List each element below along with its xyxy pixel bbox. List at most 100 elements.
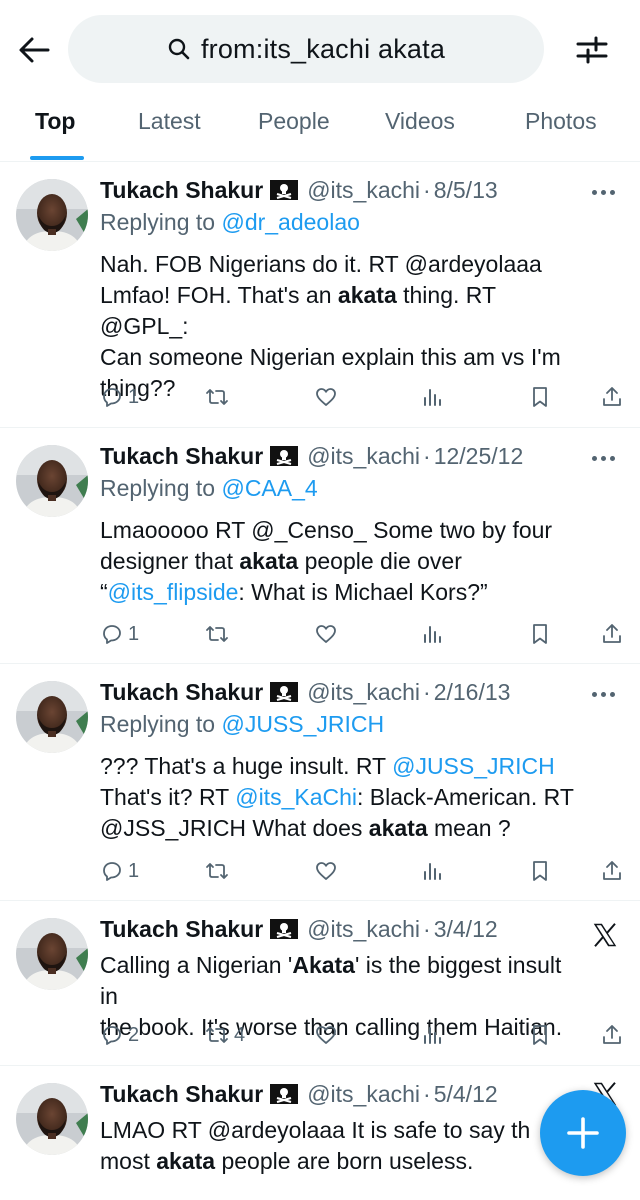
like-button[interactable] bbox=[314, 619, 338, 649]
plus-icon bbox=[567, 1117, 599, 1149]
author-handle[interactable]: @its_kachi bbox=[307, 679, 420, 705]
bookmark-button[interactable] bbox=[528, 1020, 552, 1050]
share-button[interactable] bbox=[600, 382, 624, 412]
tweet-header: Tukach Shakur @its_kachi · 3/4/12 bbox=[100, 916, 620, 946]
reply-to-link[interactable]: @JUSS_JRICH bbox=[221, 711, 384, 737]
tweet-date[interactable]: 8/5/13 bbox=[434, 177, 498, 203]
search-input[interactable]: from:its_kachi akata bbox=[68, 15, 544, 83]
views-button[interactable] bbox=[420, 1020, 444, 1050]
retweet-button[interactable] bbox=[204, 619, 234, 649]
author-handle[interactable]: @its_kachi bbox=[307, 177, 420, 203]
tweet-date[interactable]: 5/4/12 bbox=[434, 1081, 498, 1107]
tab-latest[interactable]: Latest bbox=[138, 108, 201, 135]
share-button[interactable] bbox=[600, 619, 624, 649]
like-button[interactable] bbox=[314, 382, 338, 412]
pirate-flag-icon bbox=[269, 681, 299, 703]
avatar[interactable] bbox=[16, 681, 88, 753]
active-tab-indicator bbox=[30, 156, 84, 160]
avatar[interactable] bbox=[16, 918, 88, 990]
more-icon[interactable] bbox=[592, 187, 622, 197]
author-name[interactable]: Tukach Shakur bbox=[100, 177, 263, 203]
more-icon[interactable] bbox=[592, 689, 622, 699]
tweet[interactable]: Tukach Shakur @its_kachi · 12/25/12 Replyin… bbox=[0, 429, 640, 664]
text-span: mean ? bbox=[427, 815, 511, 841]
share-button[interactable] bbox=[600, 1020, 624, 1050]
back-button[interactable] bbox=[14, 30, 54, 70]
avatar[interactable] bbox=[16, 1083, 88, 1155]
replying-to: Replying to @CAA_4 bbox=[100, 475, 318, 502]
heart-icon bbox=[314, 622, 338, 646]
avatar[interactable] bbox=[16, 445, 88, 517]
bookmark-icon bbox=[528, 622, 552, 646]
tab-videos[interactable]: Videos bbox=[385, 108, 455, 135]
reply-button[interactable]: 1 bbox=[100, 619, 139, 649]
retweet-button[interactable] bbox=[204, 382, 234, 412]
highlighted-term: Akata bbox=[292, 952, 355, 978]
author-handle[interactable]: @its_kachi bbox=[307, 916, 420, 942]
author-handle[interactable]: @its_kachi bbox=[307, 1081, 420, 1107]
tweet-line: most akata people are born useless. bbox=[100, 1146, 560, 1177]
text-span: Lmfao! FOH. That's an bbox=[100, 282, 338, 308]
share-icon bbox=[600, 622, 624, 646]
views-button[interactable] bbox=[420, 382, 444, 412]
heart-icon bbox=[314, 1023, 338, 1047]
tweet-header: Tukach Shakur @its_kachi · 12/25/12 bbox=[100, 443, 620, 473]
tweet[interactable]: Tukach Shakur @its_kachi · 8/5/13 Replying … bbox=[0, 163, 640, 428]
replying-to: Replying to @dr_adeolao bbox=[100, 209, 360, 236]
author-name[interactable]: Tukach Shakur bbox=[100, 679, 263, 705]
author-name[interactable]: Tukach Shakur bbox=[100, 1081, 263, 1107]
tweet-line: “@its_flipside: What is Michael Kors?” bbox=[100, 577, 580, 608]
reply-to-link[interactable]: @CAA_4 bbox=[221, 475, 317, 501]
text-span: : What is Michael Kors?” bbox=[238, 579, 488, 605]
more-icon[interactable] bbox=[592, 453, 622, 463]
tweet-date[interactable]: 2/16/13 bbox=[434, 679, 511, 705]
separator-dot: · bbox=[423, 679, 431, 705]
author-name[interactable]: Tukach Shakur bbox=[100, 443, 263, 469]
reply-button[interactable]: 1 bbox=[100, 856, 139, 886]
tweet-header: Tukach Shakur @its_kachi · 2/16/13 bbox=[100, 679, 620, 709]
heart-icon bbox=[314, 859, 338, 883]
reply-icon bbox=[100, 622, 124, 646]
views-icon bbox=[420, 1023, 444, 1047]
bookmark-button[interactable] bbox=[528, 856, 552, 886]
author-name[interactable]: Tukach Shakur bbox=[100, 916, 263, 942]
views-button[interactable] bbox=[420, 619, 444, 649]
tweet-text: LMAO RT @ardeyolaaa It is safe to say th… bbox=[100, 1115, 560, 1177]
tweet[interactable]: Tukach Shakur @its_kachi · 3/4/12 Calling a… bbox=[0, 902, 640, 1066]
tab-people[interactable]: People bbox=[258, 108, 330, 135]
reply-to-link[interactable]: @dr_adeolao bbox=[221, 209, 359, 235]
retweet-button[interactable] bbox=[204, 856, 234, 886]
reply-button[interactable]: 2 bbox=[100, 1020, 139, 1050]
tweet[interactable]: Tukach Shakur @its_kachi · 2/16/13 Replying… bbox=[0, 665, 640, 901]
tab-top[interactable]: Top bbox=[35, 108, 75, 135]
views-icon bbox=[420, 385, 444, 409]
reply-button[interactable]: 1 bbox=[100, 382, 139, 412]
tweet-text: Nah. FOB Nigerians do it. RT @ardeyolaaa… bbox=[100, 249, 580, 404]
tweet-actions: 1 bbox=[100, 856, 628, 886]
bookmark-button[interactable] bbox=[528, 619, 552, 649]
avatar[interactable] bbox=[16, 179, 88, 251]
views-button[interactable] bbox=[420, 856, 444, 886]
like-button[interactable] bbox=[314, 1020, 338, 1050]
separator-dot: · bbox=[423, 1081, 431, 1107]
search-filter-button[interactable] bbox=[570, 28, 614, 72]
tweet-date[interactable]: 12/25/12 bbox=[434, 443, 524, 469]
mention-link[interactable]: @its_flipside bbox=[108, 579, 239, 605]
author-handle[interactable]: @its_kachi bbox=[307, 443, 420, 469]
replying-to: Replying to @JUSS_JRICH bbox=[100, 711, 384, 738]
tab-photos[interactable]: Photos bbox=[525, 108, 597, 135]
tweet-actions: 2 4 bbox=[100, 1020, 628, 1050]
like-button[interactable] bbox=[314, 856, 338, 886]
back-arrow-icon bbox=[19, 37, 50, 63]
share-button[interactable] bbox=[600, 856, 624, 886]
retweet-button[interactable]: 4 bbox=[204, 1020, 245, 1050]
tweet-date[interactable]: 3/4/12 bbox=[434, 916, 498, 942]
tweet-line: Calling a Nigerian 'Akata' is the bigges… bbox=[100, 950, 580, 1012]
bookmark-button[interactable] bbox=[528, 382, 552, 412]
compose-tweet-button[interactable] bbox=[540, 1090, 626, 1176]
replying-to-label: Replying to bbox=[100, 711, 216, 737]
mention-link[interactable]: @JUSS_JRICH bbox=[392, 753, 555, 779]
search-icon bbox=[168, 38, 190, 60]
tweet-text: Lmaooooo RT @_Censo_ Some two by four de… bbox=[100, 515, 580, 608]
mention-link[interactable]: @its_KaChi bbox=[235, 784, 357, 810]
